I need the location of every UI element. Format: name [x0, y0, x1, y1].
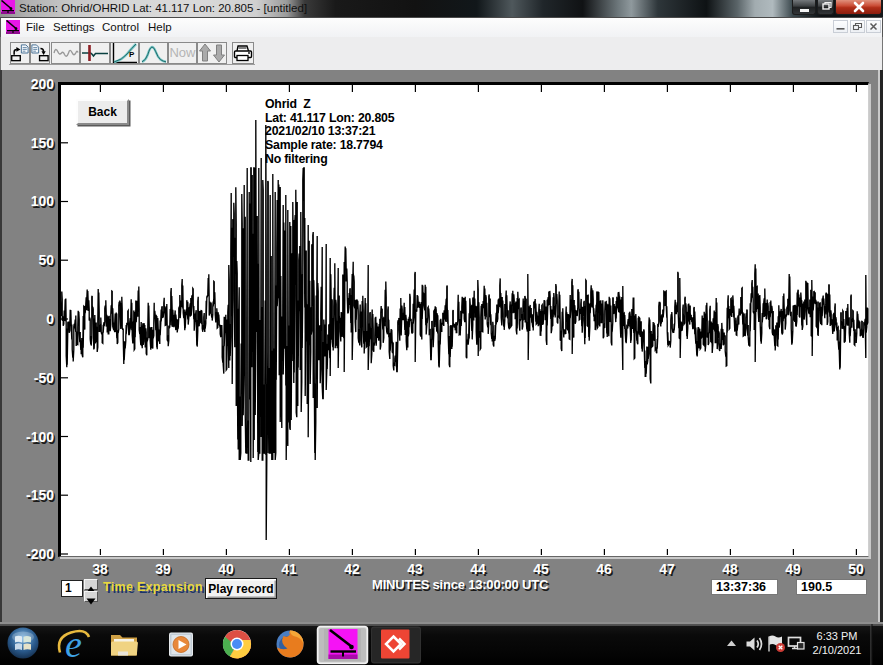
- svg-text:e: e: [65, 623, 82, 665]
